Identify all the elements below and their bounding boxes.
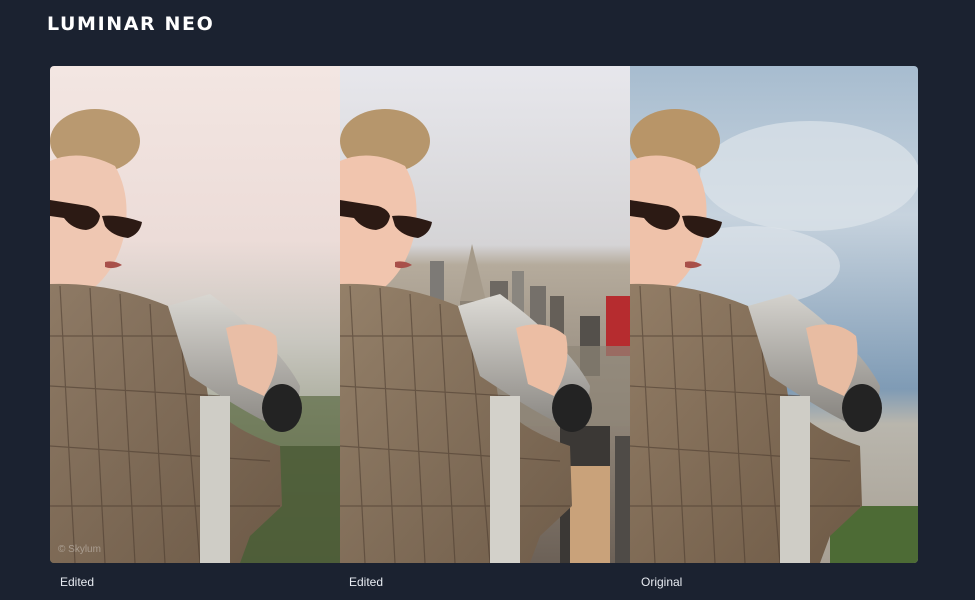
photo-edited-city — [340, 66, 630, 563]
comparison-gallery: © Skylum — [50, 66, 918, 563]
caption-panel-2: Edited — [349, 575, 384, 589]
panel-edited-city — [340, 66, 630, 563]
watermark: © Skylum — [58, 544, 101, 555]
photo-original — [630, 66, 918, 563]
panel-original — [630, 66, 918, 563]
luminar-neo-logo: LUMINAR NEO — [47, 13, 215, 35]
page: LUMINAR NEO © Skylum Edited Edited Origi… — [0, 0, 975, 600]
caption-panel-3: Original — [641, 575, 683, 589]
panel-edited-warm: © Skylum — [50, 66, 340, 563]
photo-edited-warm — [50, 66, 340, 563]
caption-panel-1: Edited — [60, 575, 95, 589]
